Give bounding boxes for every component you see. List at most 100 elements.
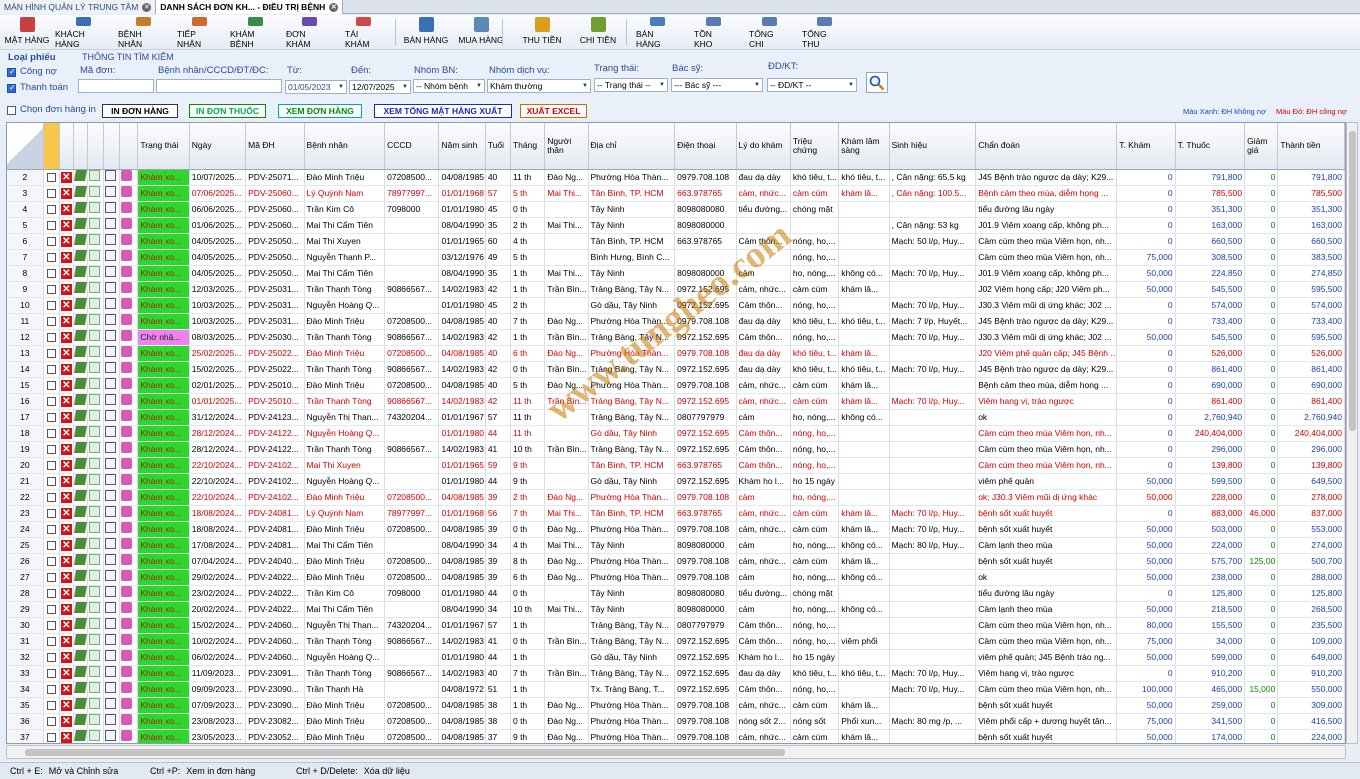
list-icon[interactable] bbox=[89, 217, 101, 229]
edit-icon[interactable] bbox=[73, 233, 87, 245]
list-icon[interactable] bbox=[89, 489, 101, 501]
toolbar-buy-button[interactable]: MUA HÀNG bbox=[458, 17, 504, 49]
table-row[interactable]: 19 ✕ Khám xo... 28/12/2024... PDV-24122... Tr… bbox=[7, 441, 1345, 458]
delete-icon[interactable]: ✕ bbox=[60, 396, 72, 407]
list-icon[interactable] bbox=[89, 569, 101, 581]
list-icon[interactable] bbox=[89, 425, 101, 437]
print-icon[interactable] bbox=[121, 697, 133, 709]
delete-icon[interactable]: ✕ bbox=[60, 588, 72, 599]
table-row[interactable]: 14 ✕ Khám xo... 15/02/2025... PDV-25022... Tr… bbox=[7, 361, 1345, 378]
row-checkbox[interactable] bbox=[46, 717, 56, 727]
toolbar-sales-report-button[interactable]: BÁN HÀNG bbox=[636, 17, 678, 49]
delete-icon[interactable]: ✕ bbox=[60, 348, 72, 359]
row-checkbox[interactable] bbox=[46, 269, 56, 279]
print-icon[interactable] bbox=[121, 633, 133, 645]
document-icon[interactable] bbox=[105, 313, 117, 325]
print-icon[interactable] bbox=[121, 185, 133, 197]
list-icon[interactable] bbox=[89, 457, 101, 469]
print-icon[interactable] bbox=[121, 313, 133, 325]
table-row[interactable]: 35 ✕ Khám xo... 07/09/2023... PDV-23090... Đà… bbox=[7, 697, 1345, 714]
tab-1[interactable]: DANH SÁCH ĐƠN KH... - ĐIỀU TRỊ BỆNH ✕ bbox=[156, 0, 344, 14]
column-header[interactable]: Lý do khám bbox=[736, 123, 791, 170]
list-icon[interactable] bbox=[89, 313, 101, 325]
edit-icon[interactable] bbox=[73, 393, 87, 405]
row-checkbox[interactable] bbox=[46, 333, 56, 343]
table-row[interactable]: 11 ✕ Khám xo... 10/03/2025... PDV-25031... Đà… bbox=[7, 313, 1345, 330]
delete-icon[interactable]: ✕ bbox=[60, 268, 72, 279]
delete-icon[interactable]: ✕ bbox=[60, 444, 72, 455]
print-icon[interactable] bbox=[121, 569, 133, 581]
xuat-excel-button[interactable]: XUẤT EXCEL bbox=[520, 104, 587, 118]
table-row[interactable]: 17 ✕ Khám xo... 31/12/2024... PDV-24123... Ng… bbox=[7, 409, 1345, 426]
table-row[interactable]: 23 ✕ Khám xo... 18/08/2024... PDV-24081... Lý… bbox=[7, 505, 1345, 522]
row-checkbox[interactable] bbox=[46, 653, 56, 663]
row-checkbox[interactable] bbox=[46, 701, 56, 711]
row-checkbox[interactable] bbox=[46, 317, 56, 327]
delete-icon[interactable]: ✕ bbox=[60, 572, 72, 583]
column-header[interactable]: Giảm giá bbox=[1244, 123, 1279, 170]
row-checkbox[interactable] bbox=[46, 285, 56, 295]
delete-icon[interactable]: ✕ bbox=[60, 204, 72, 215]
table-row[interactable]: 12 ✕ Chờ nhậ... 08/03/2025... PDV-25030... Tr… bbox=[7, 329, 1345, 346]
list-icon[interactable] bbox=[89, 345, 101, 357]
table-row[interactable]: 22 ✕ Khám xo... 22/10/2024... PDV-24102... Đà… bbox=[7, 489, 1345, 506]
list-icon[interactable] bbox=[89, 601, 101, 613]
document-icon[interactable] bbox=[105, 185, 117, 197]
edit-icon[interactable] bbox=[73, 265, 87, 277]
print-icon[interactable] bbox=[121, 537, 133, 549]
document-icon[interactable] bbox=[105, 729, 117, 741]
row-checkbox[interactable] bbox=[46, 605, 56, 615]
delete-icon[interactable]: ✕ bbox=[60, 284, 72, 295]
document-icon[interactable] bbox=[105, 297, 117, 309]
delete-icon[interactable]: ✕ bbox=[60, 508, 72, 519]
delete-icon[interactable]: ✕ bbox=[60, 684, 72, 695]
list-icon[interactable] bbox=[89, 617, 101, 629]
row-checkbox[interactable] bbox=[46, 589, 56, 599]
edit-icon[interactable] bbox=[73, 329, 87, 341]
document-icon[interactable] bbox=[105, 265, 117, 277]
table-row[interactable]: 5 ✕ Khám xo... 01/06/2025... PDV-25060... Mai… bbox=[7, 217, 1345, 234]
list-icon[interactable] bbox=[89, 649, 101, 661]
delete-icon[interactable]: ✕ bbox=[60, 412, 72, 423]
delete-icon[interactable]: ✕ bbox=[60, 300, 72, 311]
delete-icon[interactable]: ✕ bbox=[60, 172, 72, 183]
nhom-dv-select[interactable]: Khám thường ▼ bbox=[487, 79, 591, 93]
edit-icon[interactable] bbox=[73, 553, 87, 565]
list-icon[interactable] bbox=[89, 713, 101, 725]
list-icon[interactable] bbox=[89, 361, 101, 373]
row-checkbox[interactable] bbox=[46, 189, 56, 199]
table-row[interactable]: 26 ✕ Khám xo... 07/04/2024... PDV-24040... Đà… bbox=[7, 553, 1345, 570]
edit-icon[interactable] bbox=[73, 201, 87, 213]
edit-icon[interactable] bbox=[73, 505, 87, 517]
print-icon[interactable] bbox=[121, 201, 133, 213]
table-row[interactable]: 31 ✕ Khám xo... 10/02/2024... PDV-24060... Tr… bbox=[7, 633, 1345, 650]
list-icon[interactable] bbox=[89, 201, 101, 213]
row-checkbox[interactable] bbox=[46, 621, 56, 631]
tab-0[interactable]: MÀN HÌNH QUẢN LÝ TRUNG TÂM ✕ bbox=[0, 0, 157, 14]
ma-don-input[interactable] bbox=[78, 79, 154, 93]
list-icon[interactable] bbox=[89, 473, 101, 485]
edit-icon[interactable] bbox=[73, 713, 87, 725]
edit-icon[interactable] bbox=[73, 169, 87, 181]
print-icon[interactable] bbox=[121, 409, 133, 421]
table-row[interactable]: 29 ✕ Khám xo... 20/02/2024... PDV-24022... Ma… bbox=[7, 601, 1345, 618]
edit-icon[interactable] bbox=[73, 313, 87, 325]
print-icon[interactable] bbox=[121, 729, 133, 741]
table-row[interactable]: 4 ✕ Khám xo... 06/06/2025... PDV-25060... Trầ… bbox=[7, 201, 1345, 218]
document-icon[interactable] bbox=[105, 361, 117, 373]
delete-icon[interactable]: ✕ bbox=[60, 476, 72, 487]
column-header[interactable]: T. Khám bbox=[1116, 123, 1176, 170]
delete-icon[interactable]: ✕ bbox=[60, 668, 72, 679]
edit-icon[interactable] bbox=[73, 297, 87, 309]
table-row[interactable]: 13 ✕ Khám xo... 25/02/2025... PDV-25022... Đà… bbox=[7, 345, 1345, 362]
row-checkbox[interactable] bbox=[46, 493, 56, 503]
list-icon[interactable] bbox=[89, 265, 101, 277]
table-row[interactable]: 24 ✕ Khám xo... 18/08/2024... PDV-24081... Đà… bbox=[7, 521, 1345, 538]
table-row[interactable]: 2 ✕ Khám xo... 10/07/2025... PDV-25071... Đào… bbox=[7, 169, 1345, 186]
den-date-picker[interactable]: 12/07/2025 ▼ bbox=[349, 80, 411, 94]
table-row[interactable]: 27 ✕ Khám xo... 29/02/2024... PDV-24022... Đà… bbox=[7, 569, 1345, 586]
toolbar-calendar-button[interactable]: TÁI KHÁM bbox=[345, 17, 381, 49]
row-checkbox[interactable] bbox=[46, 253, 56, 263]
edit-icon[interactable] bbox=[73, 697, 87, 709]
table-row[interactable]: 6 ✕ Khám xo... 04/05/2025... PDV-25050... Mai… bbox=[7, 233, 1345, 250]
